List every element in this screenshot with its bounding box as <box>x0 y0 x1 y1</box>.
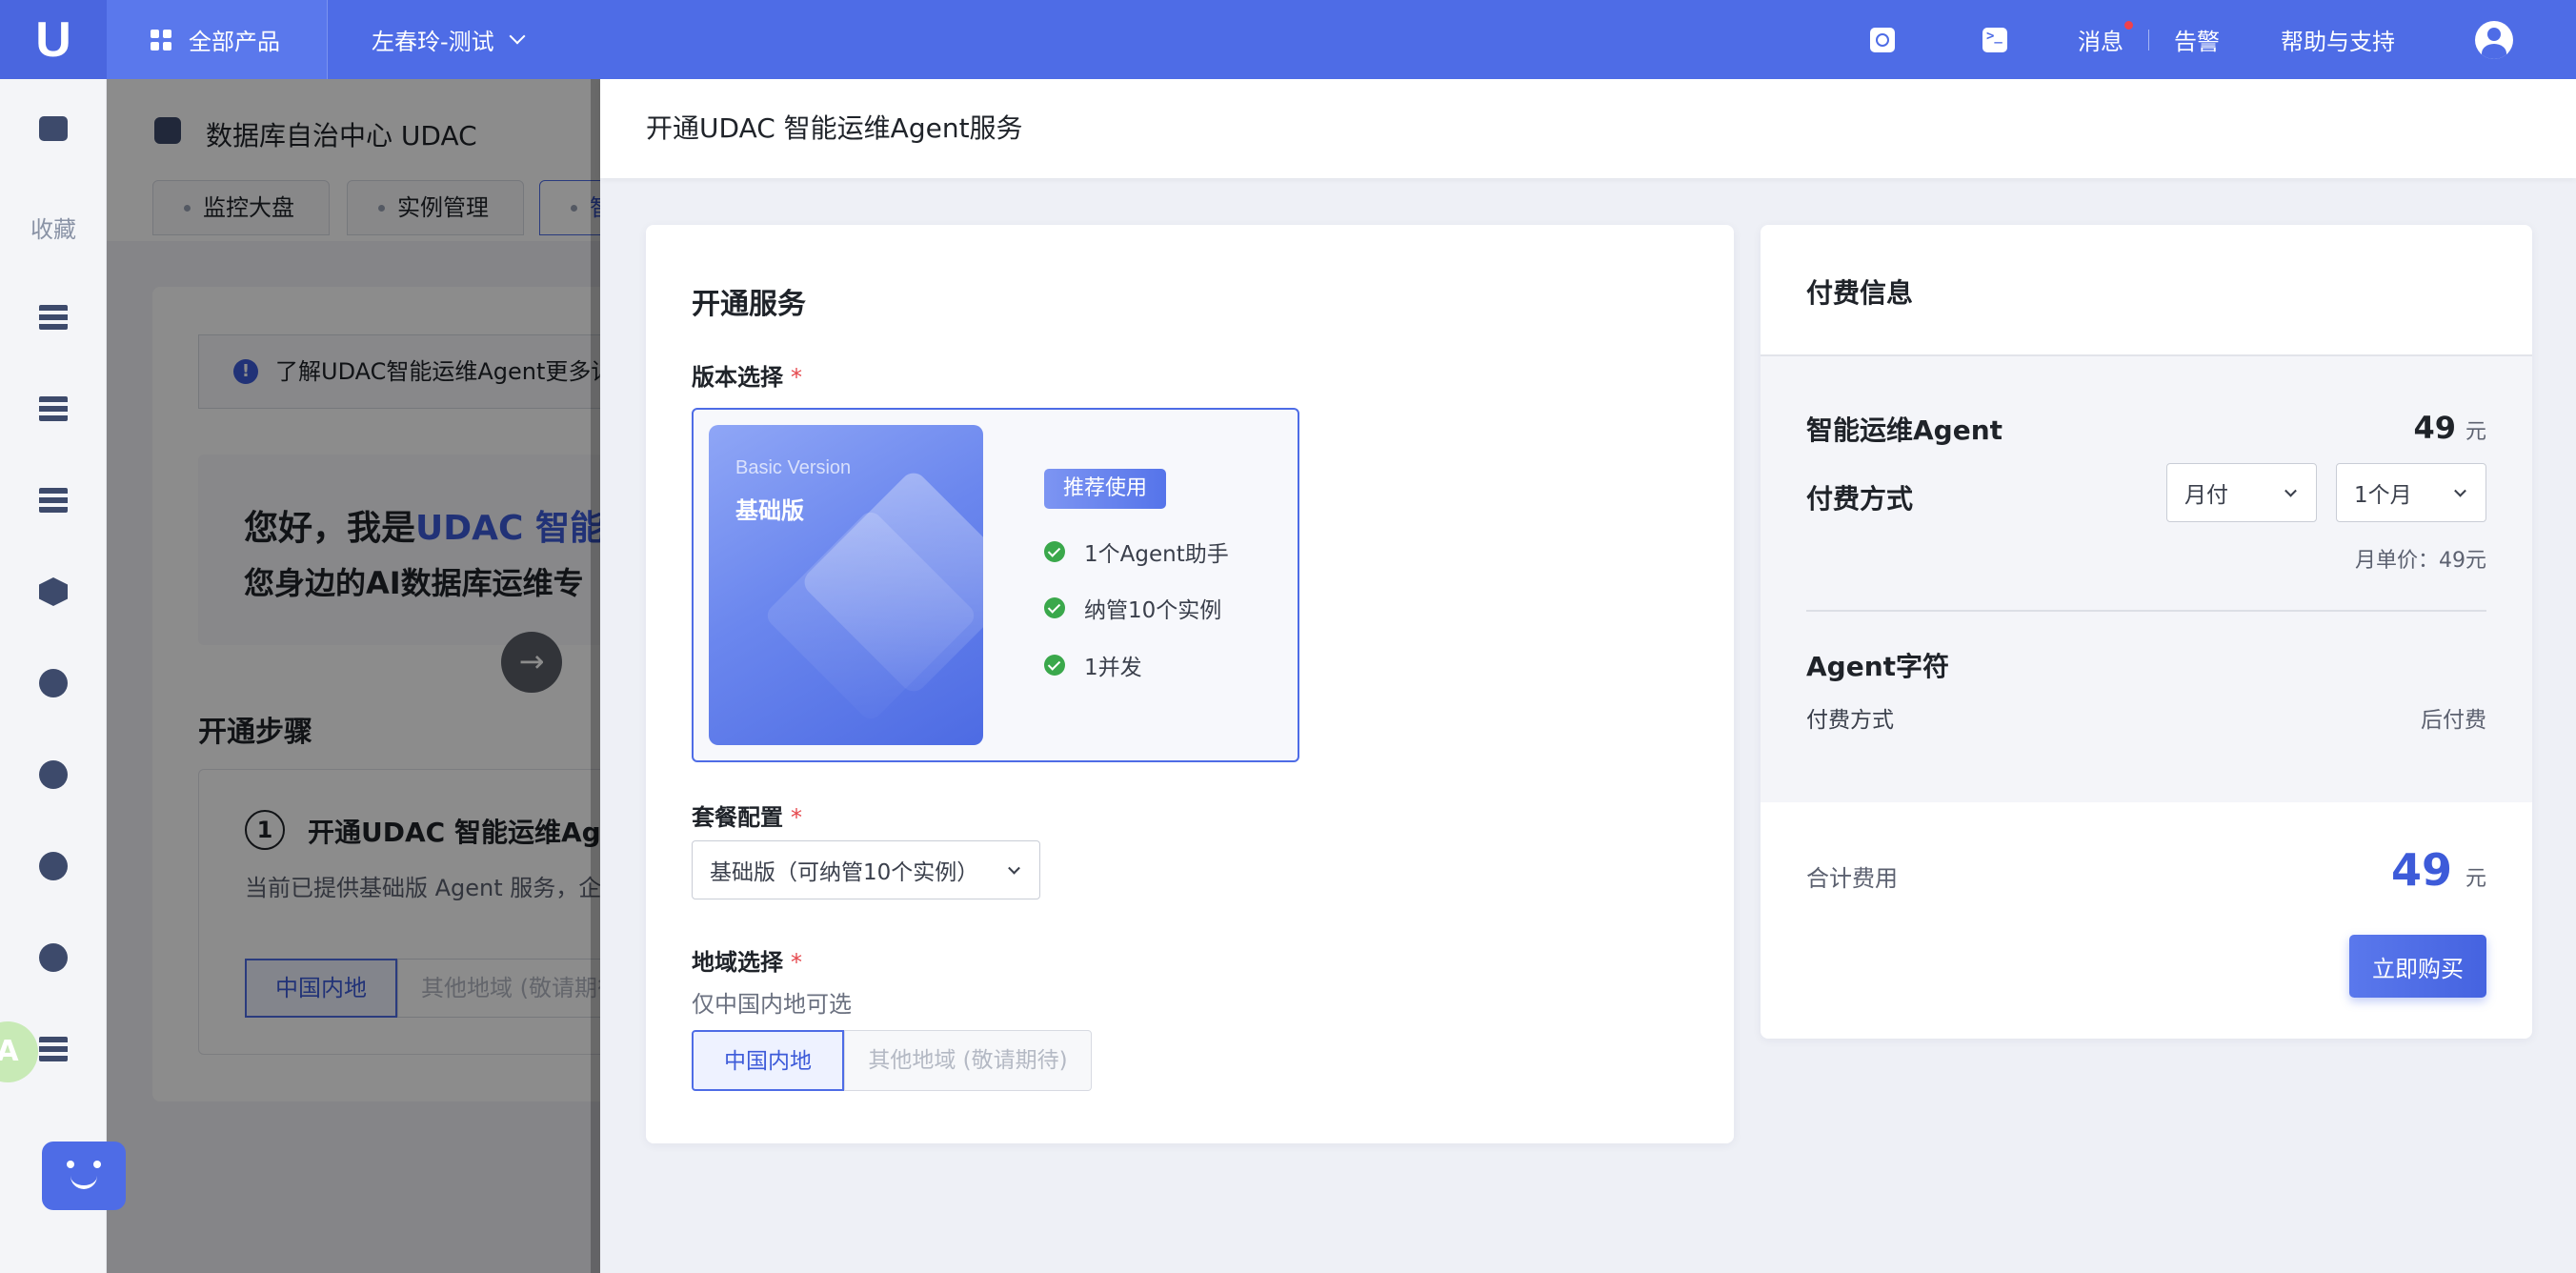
payment-title: 付费信息 <box>1806 277 1914 309</box>
divider <box>2148 29 2149 51</box>
version-option-basic[interactable]: Basic Version 基础版 推荐使用 1个Agent助手 纳管10个实例… <box>692 408 1299 762</box>
payment-card: 付费信息 智能运维Agent 49 元 付费方式 月付 1个月 月单价：49元 A… <box>1761 225 2532 1039</box>
check-circle-icon <box>1044 655 1065 676</box>
divider <box>1806 610 2486 612</box>
ucloud-logo[interactable]: U <box>0 0 107 79</box>
service-card-title: 开通服务 <box>692 288 806 321</box>
pay-method-label: 付费方式 <box>1806 483 1914 515</box>
payment-header: 付费信息 <box>1761 225 2532 356</box>
database-cloud-icon[interactable] <box>36 300 70 334</box>
agent-name: 智能运维Agent <box>1806 414 2003 446</box>
chevron-down-icon <box>2284 484 2297 497</box>
chevron-down-icon <box>2454 484 2466 497</box>
region-other-button: 其他地域 (敬请期待) <box>844 1030 1092 1091</box>
alarm-link[interactable]: 告警 <box>2174 23 2220 56</box>
package-label: 套餐配置 * <box>692 804 802 831</box>
package-select[interactable]: 基础版（可纳管10个实例） <box>692 840 1040 899</box>
region-hint: 仅中国内地可选 <box>692 991 852 1018</box>
messages-link[interactable]: 消息 <box>2078 21 2133 56</box>
unit-price: 月单价：49元 <box>2355 549 2486 573</box>
required-mark: * <box>791 949 802 976</box>
message-icon[interactable] <box>36 111 70 146</box>
required-mark: * <box>791 364 802 391</box>
unread-dot <box>2124 21 2133 30</box>
project-name: 左春玲-测试 <box>372 29 494 55</box>
all-products-label: 全部产品 <box>189 29 280 55</box>
top-navigation-bar: U 全部产品 左春玲-测试 消息 告警 帮助与支持 <box>0 0 2576 79</box>
left-sidebar: 收藏 <box>0 79 107 1273</box>
check-circle-icon <box>1044 597 1065 618</box>
grid-icon <box>151 29 171 51</box>
server-icon[interactable] <box>36 1032 70 1066</box>
drawer-title: 开通UDAC 智能运维Agent服务 <box>600 79 2576 178</box>
region-label: 地域选择 * <box>692 949 802 976</box>
version-name-cn: 基础版 <box>735 497 804 524</box>
favorites-label[interactable]: 收藏 <box>0 211 107 244</box>
project-selector[interactable]: 左春玲-测试 <box>372 23 526 56</box>
list-icon[interactable] <box>36 392 70 426</box>
agent-price: 49 元 <box>2413 410 2486 446</box>
service-card: 开通服务 版本选择 * Basic Version 基础版 推荐使用 1个Agen… <box>646 225 1734 1143</box>
region-mainland-button[interactable]: 中国内地 <box>692 1030 844 1091</box>
search-icon[interactable] <box>1870 27 1895 52</box>
triangle-circle-icon[interactable] <box>36 666 70 700</box>
cloud-warning-icon[interactable] <box>36 758 70 792</box>
feature-item: 1个Agent助手 <box>1044 535 1229 568</box>
chevron-down-icon <box>1008 861 1020 875</box>
package-select-value: 基础版（可纳管10个实例） <box>710 860 979 885</box>
chars-method-value: 后付费 <box>2421 708 2486 733</box>
chevron-down-icon <box>509 28 526 44</box>
agent-chars-title: Agent字符 <box>1806 651 1950 682</box>
cube-icon[interactable] <box>36 575 70 609</box>
transfer-icon[interactable] <box>36 940 70 975</box>
version-illustration: Basic Version 基础版 <box>709 425 983 745</box>
feature-item: 纳管10个实例 <box>1044 592 1221 624</box>
required-mark: * <box>791 804 802 831</box>
terminal-icon[interactable] <box>1982 27 2007 52</box>
total-price: 49 元 <box>2390 844 2486 896</box>
feature-item: 1并发 <box>1044 649 1142 681</box>
user-avatar-icon[interactable] <box>2475 20 2513 59</box>
check-circle-icon <box>1044 541 1065 562</box>
chars-method-label: 付费方式 <box>1806 708 1894 733</box>
recommended-badge: 推荐使用 <box>1044 469 1167 509</box>
version-name-en: Basic Version <box>735 457 852 478</box>
chatbot-icon[interactable] <box>42 1142 126 1210</box>
help-support-link[interactable]: 帮助与支持 <box>2281 23 2395 56</box>
network-icon[interactable] <box>36 849 70 883</box>
buy-now-button[interactable]: 立即购买 <box>2349 935 2486 998</box>
total-label: 合计费用 <box>1806 865 1898 892</box>
all-products-button[interactable]: 全部产品 <box>107 0 328 79</box>
messages-label: 消息 <box>2078 29 2123 55</box>
modal-overlay[interactable] <box>107 79 602 1273</box>
version-label: 版本选择 * <box>692 364 802 391</box>
database-shield-icon[interactable] <box>36 483 70 517</box>
subscribe-drawer: 开通UDAC 智能运维Agent服务 开通服务 版本选择 * Basic Vers… <box>600 79 2576 1273</box>
duration-select[interactable]: 1个月 <box>2336 463 2486 522</box>
pay-method-select[interactable]: 月付 <box>2166 463 2317 522</box>
drawer-shadow <box>591 79 600 1273</box>
